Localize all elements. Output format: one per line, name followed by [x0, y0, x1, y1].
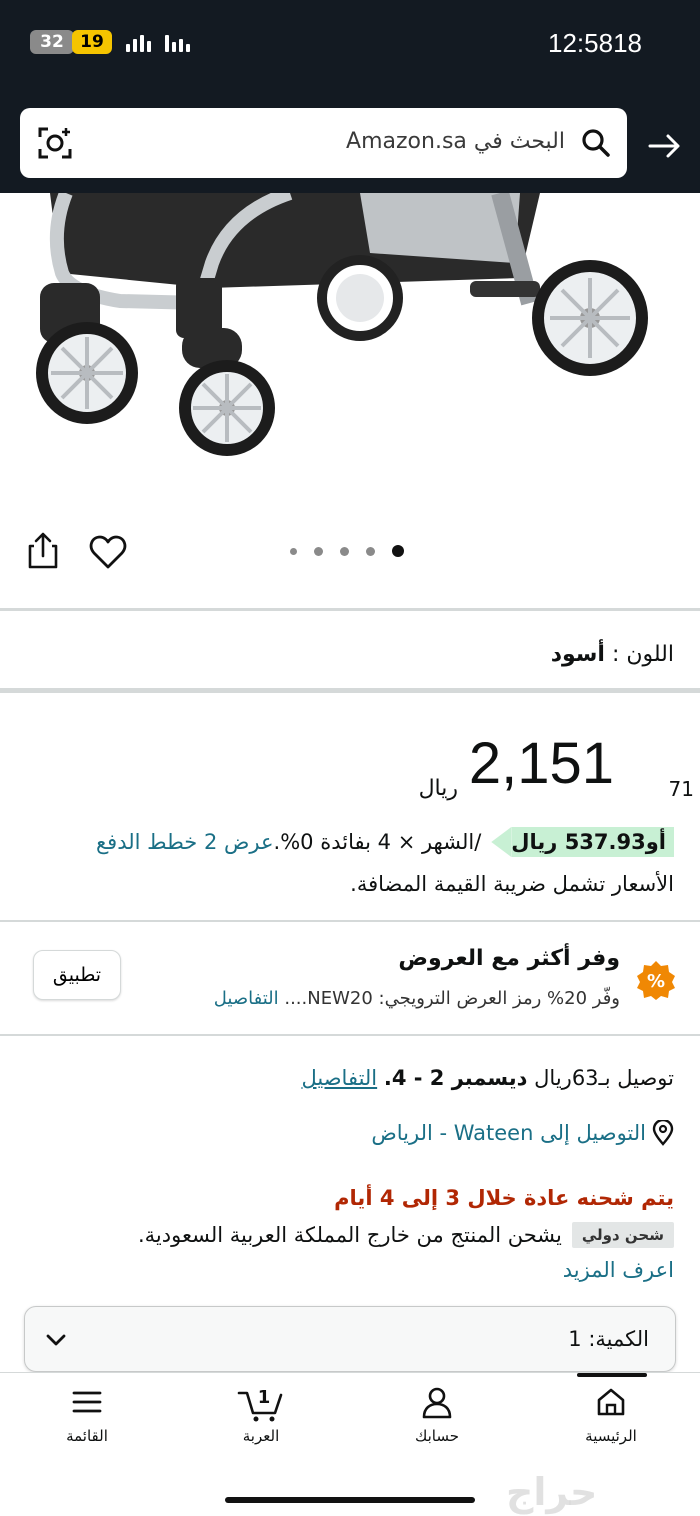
shipping-time: يتم شحنه عادة خلال 3 إلى 4 أيام: [334, 1186, 674, 1210]
camera-icon[interactable]: [36, 125, 74, 161]
back-arrow-icon[interactable]: [646, 128, 682, 164]
installment-offer[interactable]: أو537.93 ريال /الشهر × 4 بفائدة 0%. عرض …: [96, 826, 674, 858]
quantity-selector[interactable]: الكمية: 1: [24, 1306, 676, 1372]
pagination-dot[interactable]: [290, 547, 297, 555]
home-indicator[interactable]: [225, 1497, 475, 1503]
watermark-logo: حراج: [506, 1470, 598, 1514]
nav-cart-label: العربة: [242, 1427, 280, 1445]
account-icon: [422, 1387, 452, 1419]
price-whole: 2,151: [468, 731, 614, 796]
price-currency: ريال: [418, 776, 458, 801]
delivery-location[interactable]: التوصيل إلى Wateen - الرياض: [371, 1120, 674, 1146]
location-pin-icon: [652, 1120, 674, 1146]
menu-icon: [72, 1391, 102, 1413]
apply-button[interactable]: تطبيق: [33, 950, 121, 1000]
nav-account-label: حسابك: [414, 1427, 460, 1445]
status-indicators: 32 19: [30, 30, 190, 54]
offer-title: وفر أكثر مع العروض: [398, 946, 620, 971]
chevron-down-icon[interactable]: [45, 1329, 67, 1351]
offer-badge-icon: %: [637, 961, 675, 1000]
image-pagination[interactable]: [290, 545, 404, 557]
search-bar[interactable]: البحث في Amazon.sa: [20, 108, 627, 178]
payment-plans-link[interactable]: عرض 2 خطط الدفع: [96, 830, 274, 854]
vat-note: .الأسعار تشمل ضريبة القيمة المضافة: [350, 872, 674, 896]
nav-menu-label: القائمة: [66, 1427, 108, 1445]
cart-count: 1: [258, 1387, 271, 1408]
intl-shipping-text: يشحن المنتج من خارج المملكة العربية السع…: [137, 1223, 562, 1247]
offer-code-text: وفّر 20% رمز العرض الترويجي: NEW20....: [284, 988, 620, 1009]
color-selector[interactable]: اللون : أسود: [551, 642, 674, 667]
international-shipping: شحن دولي يشحن المنتج من خارج المملكة الع…: [138, 1222, 674, 1248]
color-value: أسود: [550, 642, 605, 667]
quantity-value: 1: [568, 1327, 582, 1351]
delivery-location-text[interactable]: التوصيل إلى Wateen - الرياض: [371, 1121, 646, 1145]
search-input[interactable]: البحث في Amazon.sa: [346, 129, 565, 154]
installment-value: 537.93 ريال: [511, 830, 646, 854]
delivery-fee: توصيل بـ63ريال: [534, 1066, 674, 1090]
installment-prefix: أو: [645, 830, 666, 854]
signal-icon: [126, 32, 151, 52]
pagination-dot[interactable]: [340, 546, 349, 556]
pagination-dot[interactable]: [366, 546, 375, 556]
cart-icon: 1: [237, 1387, 283, 1422]
price-fraction: 71: [668, 777, 694, 801]
installment-terms: /الشهر × 4 بفائدة 0%.: [273, 830, 482, 854]
heart-icon[interactable]: [88, 533, 128, 571]
nav-cart[interactable]: 1 العربة: [206, 1385, 316, 1445]
notification-badge-2: 19: [72, 30, 112, 54]
delivery-details-link[interactable]: التفاصيل: [301, 1066, 377, 1090]
nav-menu[interactable]: القائمة: [32, 1385, 142, 1445]
installment-amount: أو537.93 ريال: [511, 827, 674, 857]
home-icon: [597, 1388, 625, 1416]
offer-subtitle: وفّر 20% رمز العرض الترويجي: NEW20.... ا…: [214, 988, 620, 1009]
quantity-label: الكمية: 1: [568, 1327, 649, 1351]
product-image[interactable]: [0, 193, 700, 513]
divider: [0, 920, 700, 922]
offer-details-link[interactable]: التفاصيل: [214, 988, 279, 1009]
intl-shipping-badge: شحن دولي: [571, 1222, 674, 1248]
app-header: 32 19 12:5818 البحث في Amazon.sa: [0, 0, 700, 193]
quantity-label-text: الكمية:: [588, 1327, 649, 1351]
offer-badge-text: %: [647, 971, 665, 992]
price: 71 2,151 ريال: [24, 730, 694, 801]
pagination-dot-active[interactable]: [392, 545, 404, 557]
delivery-date: ديسمبر 2 - 4.: [383, 1066, 528, 1090]
signal-icon-2: [165, 32, 190, 52]
status-time: 12:5818: [548, 28, 642, 58]
notification-badge: 32: [30, 30, 74, 54]
color-label: اللون :: [611, 642, 674, 667]
pagination-dot[interactable]: [314, 546, 323, 556]
nav-home[interactable]: الرئيسية: [556, 1385, 666, 1445]
divider: [0, 1034, 700, 1036]
divider: [0, 608, 700, 611]
installment-highlight-tail: [491, 827, 512, 857]
nav-account[interactable]: حسابك: [382, 1385, 492, 1445]
search-icon[interactable]: [581, 128, 611, 158]
delivery-info: توصيل بـ63ريال ديسمبر 2 - 4. التفاصيل: [301, 1066, 674, 1090]
section-divider: [0, 688, 700, 693]
nav-home-label: الرئيسية: [585, 1427, 637, 1445]
active-tab-indicator: [577, 1373, 647, 1377]
share-icon[interactable]: [26, 530, 60, 570]
learn-more-link[interactable]: اعرف المزيد: [563, 1258, 674, 1282]
